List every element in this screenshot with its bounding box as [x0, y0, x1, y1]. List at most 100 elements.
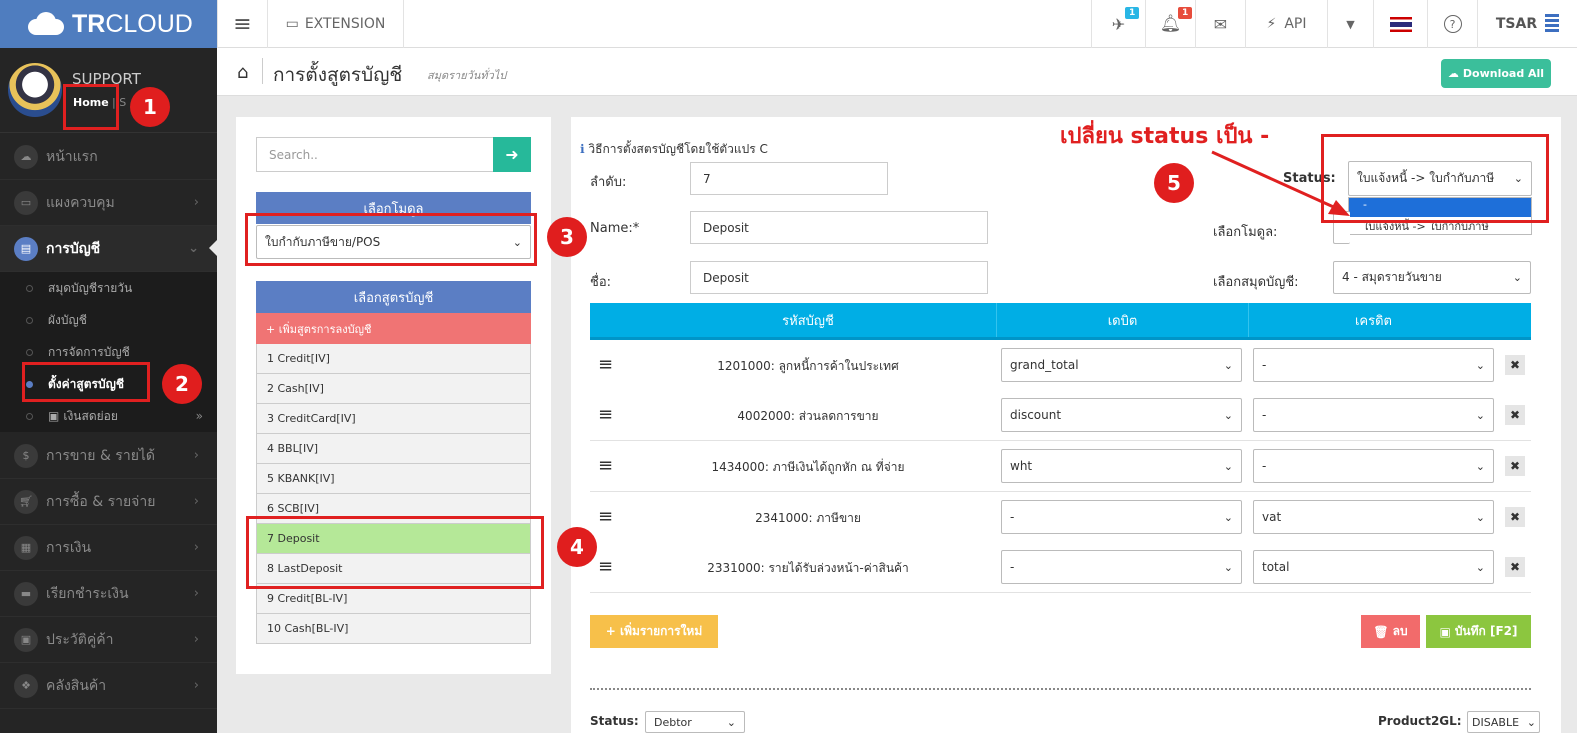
- annotation-arrow: [1211, 150, 1350, 216]
- user-name: TSAR: [1495, 16, 1538, 32]
- home-icon[interactable]: ⌂: [237, 62, 248, 83]
- remove-row-button[interactable]: ✖: [1505, 355, 1525, 375]
- name-input[interactable]: Deposit: [690, 211, 988, 244]
- chevron-right-icon: ›: [193, 586, 199, 601]
- add-row-button[interactable]: + เพิ่มรายการใหม่: [590, 615, 718, 648]
- delete-button[interactable]: 🗑︎ ลบ: [1361, 615, 1420, 648]
- annotation-note: เปลี่ยน status เป็น -: [1060, 124, 1270, 149]
- debit-value: wht: [1010, 459, 1033, 473]
- page-title: การตั้งสูตรบัญชี: [273, 64, 403, 86]
- extension-button[interactable]: ▭ EXTENSION: [267, 0, 404, 48]
- list-item[interactable]: 5 KBANK[IV]: [256, 464, 531, 494]
- drag-handle-icon[interactable]: ≡: [598, 455, 613, 476]
- avatar[interactable]: [8, 63, 62, 117]
- mail-button[interactable]: ✉: [1195, 0, 1245, 48]
- credit-select[interactable]: - ⌄: [1253, 449, 1494, 483]
- debit-value: discount: [1010, 408, 1062, 422]
- credit-select[interactable]: - ⌄: [1253, 398, 1494, 432]
- sidebar-item-inventory[interactable]: ❖ คลังสินค้า ›: [0, 663, 217, 709]
- product2gl-select[interactable]: DISABLE ⌄: [1467, 711, 1540, 733]
- list-item[interactable]: 1 Credit[IV]: [256, 344, 531, 374]
- sub-item-chart-of-accounts[interactable]: ผังบัญชี: [0, 304, 217, 336]
- annotation-number-2: 2: [162, 364, 202, 404]
- credit-select[interactable]: - ⌄: [1253, 348, 1494, 382]
- footer-status-select[interactable]: Debtor ⌄: [645, 711, 745, 733]
- search-placeholder: Search..: [269, 147, 318, 162]
- bell-button[interactable]: 🔔︎ 1: [1145, 0, 1195, 48]
- list-item[interactable]: 2 Cash[IV]: [256, 374, 531, 404]
- book-icon: ▤: [14, 236, 38, 261]
- credit-value: -: [1262, 358, 1267, 372]
- journal-select[interactable]: 4 - สมุดรายวันขาย ⌄: [1333, 261, 1531, 294]
- caret-down-icon: ▼: [1346, 17, 1355, 31]
- product2gl-label: Product2GL:: [1378, 714, 1462, 728]
- drag-handle-icon[interactable]: ≡: [598, 506, 613, 527]
- chevron-right-icon: ›: [193, 195, 199, 210]
- search-go-button[interactable]: ➜: [493, 137, 531, 172]
- extension-label: EXTENSION: [304, 16, 386, 32]
- user-menu-button[interactable]: TSAR: [1477, 0, 1577, 48]
- table-row: ≡ 2331000: รายได้รับล่วงหน้า-ค่าสินค้า -…: [590, 542, 1531, 593]
- remove-row-button[interactable]: ✖: [1505, 507, 1525, 527]
- notification-rocket-button[interactable]: ✈ 1: [1091, 0, 1145, 48]
- sidebar-item-billing[interactable]: ▬ เรียกชำระเงิน ›: [0, 571, 217, 617]
- drag-handle-icon[interactable]: ≡: [598, 404, 613, 425]
- credit-value: -: [1262, 459, 1267, 473]
- remove-row-button[interactable]: ✖: [1505, 456, 1525, 476]
- debit-select[interactable]: wht ⌄: [1001, 449, 1242, 483]
- sidebar-item-purchase[interactable]: 🛒︎ การซื้อ & รายจ่าย ›: [0, 479, 217, 525]
- chevron-right-icon: ›: [193, 494, 199, 509]
- remove-row-button[interactable]: ✖: [1505, 557, 1525, 577]
- search-input[interactable]: Search..: [256, 137, 494, 172]
- remove-row-button[interactable]: ✖: [1505, 405, 1525, 425]
- debit-select[interactable]: grand_total ⌄: [1001, 348, 1242, 382]
- sub-item-petty-cash[interactable]: ▣ เงินสดย่อย »: [0, 400, 217, 432]
- sidebar-item-sales[interactable]: $ การขาย & รายได้ ›: [0, 433, 217, 479]
- chevron-right-icon: ›: [193, 448, 199, 463]
- thai-name-input[interactable]: Deposit: [690, 261, 988, 294]
- chevron-right-icon: ›: [193, 632, 199, 647]
- credit-select[interactable]: total ⌄: [1253, 550, 1494, 584]
- list-item[interactable]: 10 Cash[BL-IV]: [256, 614, 531, 644]
- debit-select[interactable]: - ⌄: [1001, 500, 1242, 534]
- drag-handle-icon[interactable]: ≡: [598, 556, 613, 577]
- list-item[interactable]: 3 CreditCard[IV]: [256, 404, 531, 434]
- drag-handle-icon[interactable]: ≡: [598, 354, 613, 375]
- top-bar: TRCLOUD ≡ ▭ EXTENSION ✈ 1 🔔︎ 1 ✉ ⚡ API ▼…: [0, 0, 1577, 48]
- help-button[interactable]: ?: [1427, 0, 1477, 48]
- sidebar-item-label: แผงควบคุม: [46, 194, 115, 211]
- close-icon: ✖: [1509, 408, 1521, 422]
- download-all-button[interactable]: ☁ Download All: [1441, 59, 1551, 88]
- table-row: ≡ 4002000: ส่วนลดการขาย discount ⌄ - ⌄ ✖: [590, 390, 1531, 441]
- add-formula-button[interactable]: + เพิ่มสูตรการลงบัญชี: [256, 313, 531, 344]
- credit-select[interactable]: vat ⌄: [1253, 500, 1494, 534]
- list-item[interactable]: 4 BBL[IV]: [256, 434, 531, 464]
- language-button[interactable]: [1373, 0, 1427, 48]
- debit-select[interactable]: discount ⌄: [1001, 398, 1242, 432]
- account-cell: 1201000: ลูกหนี้การค้าในประเทศ: [717, 359, 899, 373]
- sidebar-item-dashboard[interactable]: ▭ แผงควบคุม ›: [0, 180, 217, 226]
- credit-value: total: [1262, 560, 1290, 574]
- dropdown-button[interactable]: ▼: [1327, 0, 1373, 48]
- menu-toggle-button[interactable]: ≡: [217, 0, 267, 48]
- sidebar-item-home[interactable]: ☁ หน้าแรก: [0, 134, 217, 180]
- sub-item-journal[interactable]: สมุดบัญชีรายวัน: [0, 272, 217, 304]
- sidebar-item-finance[interactable]: ▦ การเงิน ›: [0, 525, 217, 571]
- arrow-right-icon: ➜: [505, 145, 519, 164]
- annotation-number-3: 3: [547, 217, 587, 257]
- order-input[interactable]: 7: [690, 162, 888, 195]
- debit-select[interactable]: - ⌄: [1001, 550, 1242, 584]
- header-account: รหัสบัญชี: [620, 303, 996, 337]
- info-text: ℹ วิธีการตั้งสตรบัญชีโดยใช้ตัวแปร C: [580, 140, 768, 159]
- chevron-down-icon: ⌄: [1223, 358, 1233, 372]
- sidebar-item-accounting[interactable]: ▤ การบัญชี ⌄: [0, 226, 217, 272]
- monitor-icon: ▭: [285, 16, 299, 32]
- save-button[interactable]: ▣ บันทึก [F2]: [1426, 615, 1531, 648]
- logo[interactable]: TRCLOUD: [0, 0, 217, 48]
- journal-select-value: 4 - สมุดรายวันขาย: [1342, 270, 1442, 284]
- sidebar-item-partners[interactable]: ▣ ประวัติคู่ค้า ›: [0, 617, 217, 663]
- api-button[interactable]: ⚡ API: [1245, 0, 1327, 48]
- table-header: รหัสบัญชี เดบิต เครดิต: [590, 303, 1531, 342]
- cloud-icon: [22, 11, 66, 37]
- name-label: Name:*: [590, 221, 640, 236]
